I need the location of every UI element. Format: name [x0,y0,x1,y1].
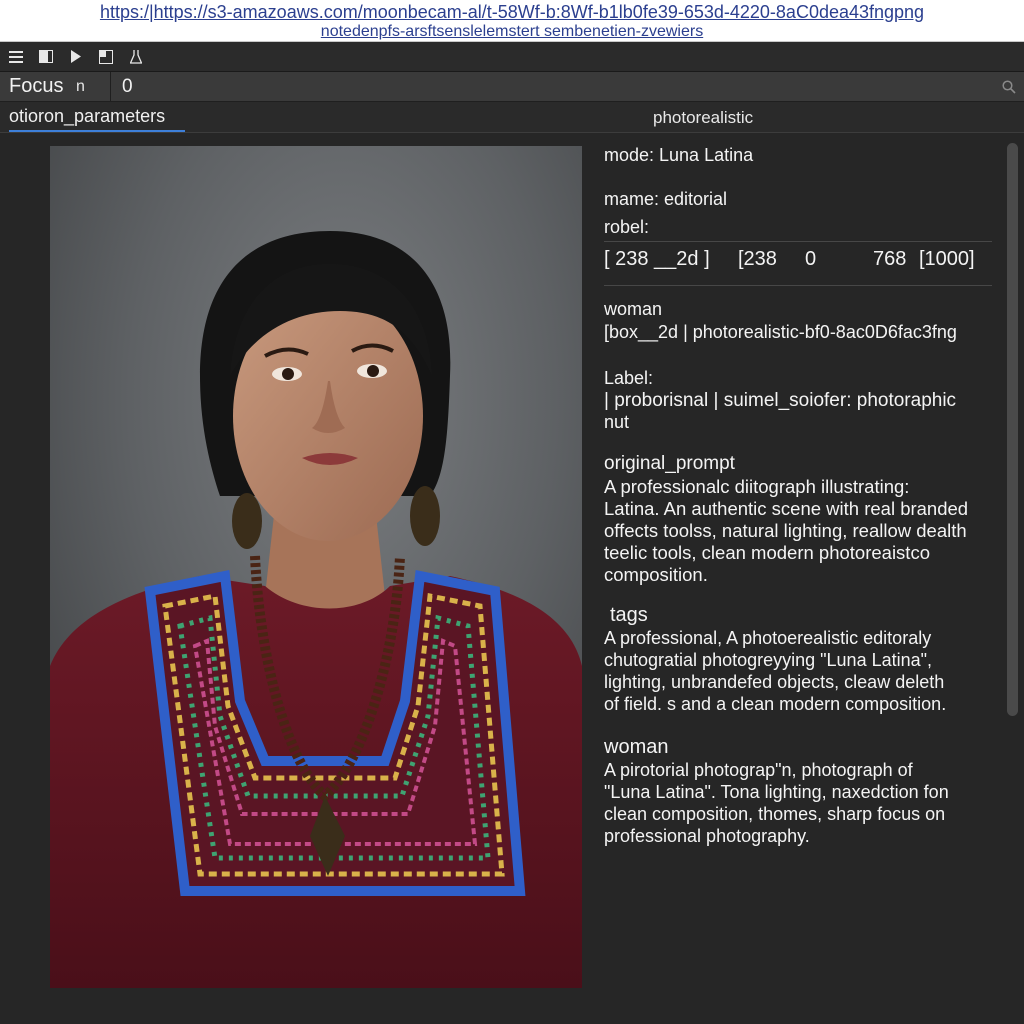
bbox-value: [238 [738,248,777,270]
woman-section-heading: woman [604,736,669,758]
prompt-line: Latina. An authentic scene with real bra… [604,498,969,519]
divider [604,241,992,242]
active-tab-indicator [9,130,185,132]
tags-text: A professional, A photoerealistic editor… [604,627,998,715]
prompt-line: teelic tools, clean modern photoreaistco [604,542,930,563]
tab-bar: otioron_parameters photorealistic [0,102,1024,133]
prompt-line: A professionalc diitograph illustrating: [604,476,910,497]
bbox-value: 0 [805,248,817,270]
prompt-line: composition. [604,564,708,585]
focus-row: Focus n 0 [0,71,1024,102]
bbox-value: 768 [873,248,907,270]
divider [604,285,992,286]
url-link-line-2[interactable]: notedenpfs-arsftsenslelemstert sembeneti… [0,23,1024,41]
tags-line: lighting, unbrandefed objects, cleaw del… [604,672,945,692]
woman-line: "Luna Latina". Tona lighting, naxedction… [604,782,949,802]
original-prompt-text: A professionalc diitograph illustrating:… [604,476,998,586]
tags-line: of field. s and a clean modern compositi… [604,694,947,714]
robel-field: robel: [604,217,650,237]
woman-line: A pirotorial photograp"n, photograph of [604,760,913,780]
tags-line: chutogratial photogreyying "Luna Latina"… [604,650,933,670]
woman-heading: woman [604,299,663,319]
focus-label: Focus [9,75,64,97]
bbox-value: [1000] [919,248,975,270]
mode-field: mode: Luna Latina [604,145,754,165]
name-field: mame: editorial [604,189,728,209]
play-icon[interactable] [68,49,84,65]
flask-icon[interactable] [128,49,144,65]
toolbar [0,42,1024,72]
tags-heading: tags [610,604,648,626]
woman-line: professional photography. [604,826,810,846]
label-value-line: nut [604,412,630,432]
woman-section-text: A pirotorial photograp"n, photograph of … [604,759,998,847]
original-prompt-heading: original_prompt [604,453,735,474]
panel-icon[interactable] [38,49,54,65]
focus-n-label: n [76,77,85,95]
woman-box-value: [box__2d | photorealistic-bf0-8ac0D6fac3… [604,322,957,342]
search-icon[interactable] [994,79,1024,94]
panel-title: photorealistic [653,108,754,127]
label-value-line: | proborisnal | suimel_soiofer: photorap… [604,390,957,411]
label-heading: Label: [604,368,654,388]
tags-line: A professional, A photoerealistic editor… [604,628,932,648]
portrait-photo [50,146,582,988]
url-bar[interactable]: https:/|https://s3-amazoaws.com/moonbeca… [0,0,1024,42]
bbox-value: [ 238 __2d ] [604,248,710,270]
prompt-line: offects toolss, natural lighting, reallo… [604,520,967,541]
tab-parameters[interactable]: otioron_parameters [9,106,165,131]
scrollbar[interactable] [1007,143,1018,716]
focus-value-input[interactable]: 0 [111,76,994,98]
menu-icon[interactable] [8,49,24,65]
portrait-illustration [50,146,582,988]
url-link-line-1[interactable]: https:/|https://s3-amazoaws.com/moonbeca… [0,0,1024,23]
woman-line: clean composition, thomes, sharp focus o… [604,804,946,824]
split-view-icon[interactable] [98,49,114,65]
